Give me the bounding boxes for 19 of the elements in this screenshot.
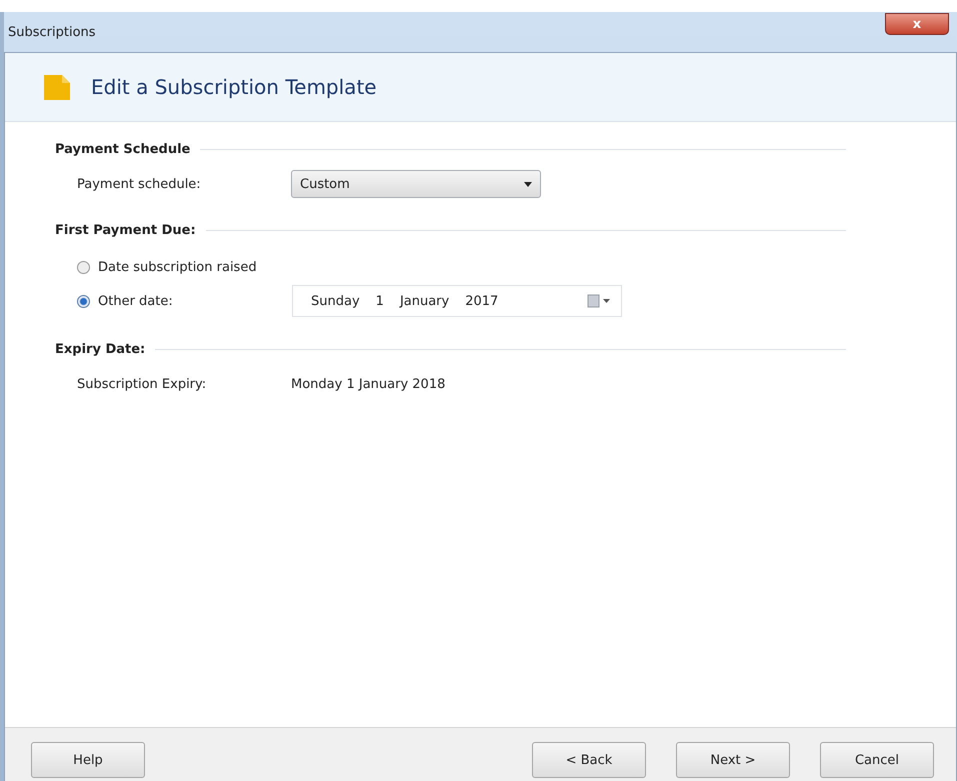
radio-label[interactable]: Other date: (98, 294, 292, 308)
date-picker-field[interactable]: Sunday 1 January 2017 (292, 285, 622, 317)
dialog-button[interactable]: Help (31, 742, 145, 778)
dialog-button[interactable]: Cancel (820, 742, 934, 778)
window-title: Subscriptions (8, 24, 96, 40)
expiry-value: Monday 1 January 2018 (291, 376, 446, 392)
calendar-dropdown-icon[interactable] (587, 294, 611, 308)
field-label: Payment schedule: (77, 176, 202, 192)
field-label: Subscription Expiry: (77, 376, 208, 392)
radio-button[interactable] (77, 260, 90, 274)
header-title: Edit a Subscription Template (91, 75, 377, 99)
section-heading: Expiry Date: (55, 342, 146, 357)
section-heading: Payment Schedule (55, 142, 190, 157)
section-heading: First Payment Due: (55, 223, 196, 238)
radio-button[interactable] (77, 294, 90, 308)
dialog-button[interactable]: Next > (676, 742, 790, 778)
dialog-button[interactable]: < Back (532, 742, 646, 778)
schedule-dropdown[interactable]: Custom (291, 170, 541, 198)
radio-label[interactable]: Date subscription raised (98, 260, 257, 274)
